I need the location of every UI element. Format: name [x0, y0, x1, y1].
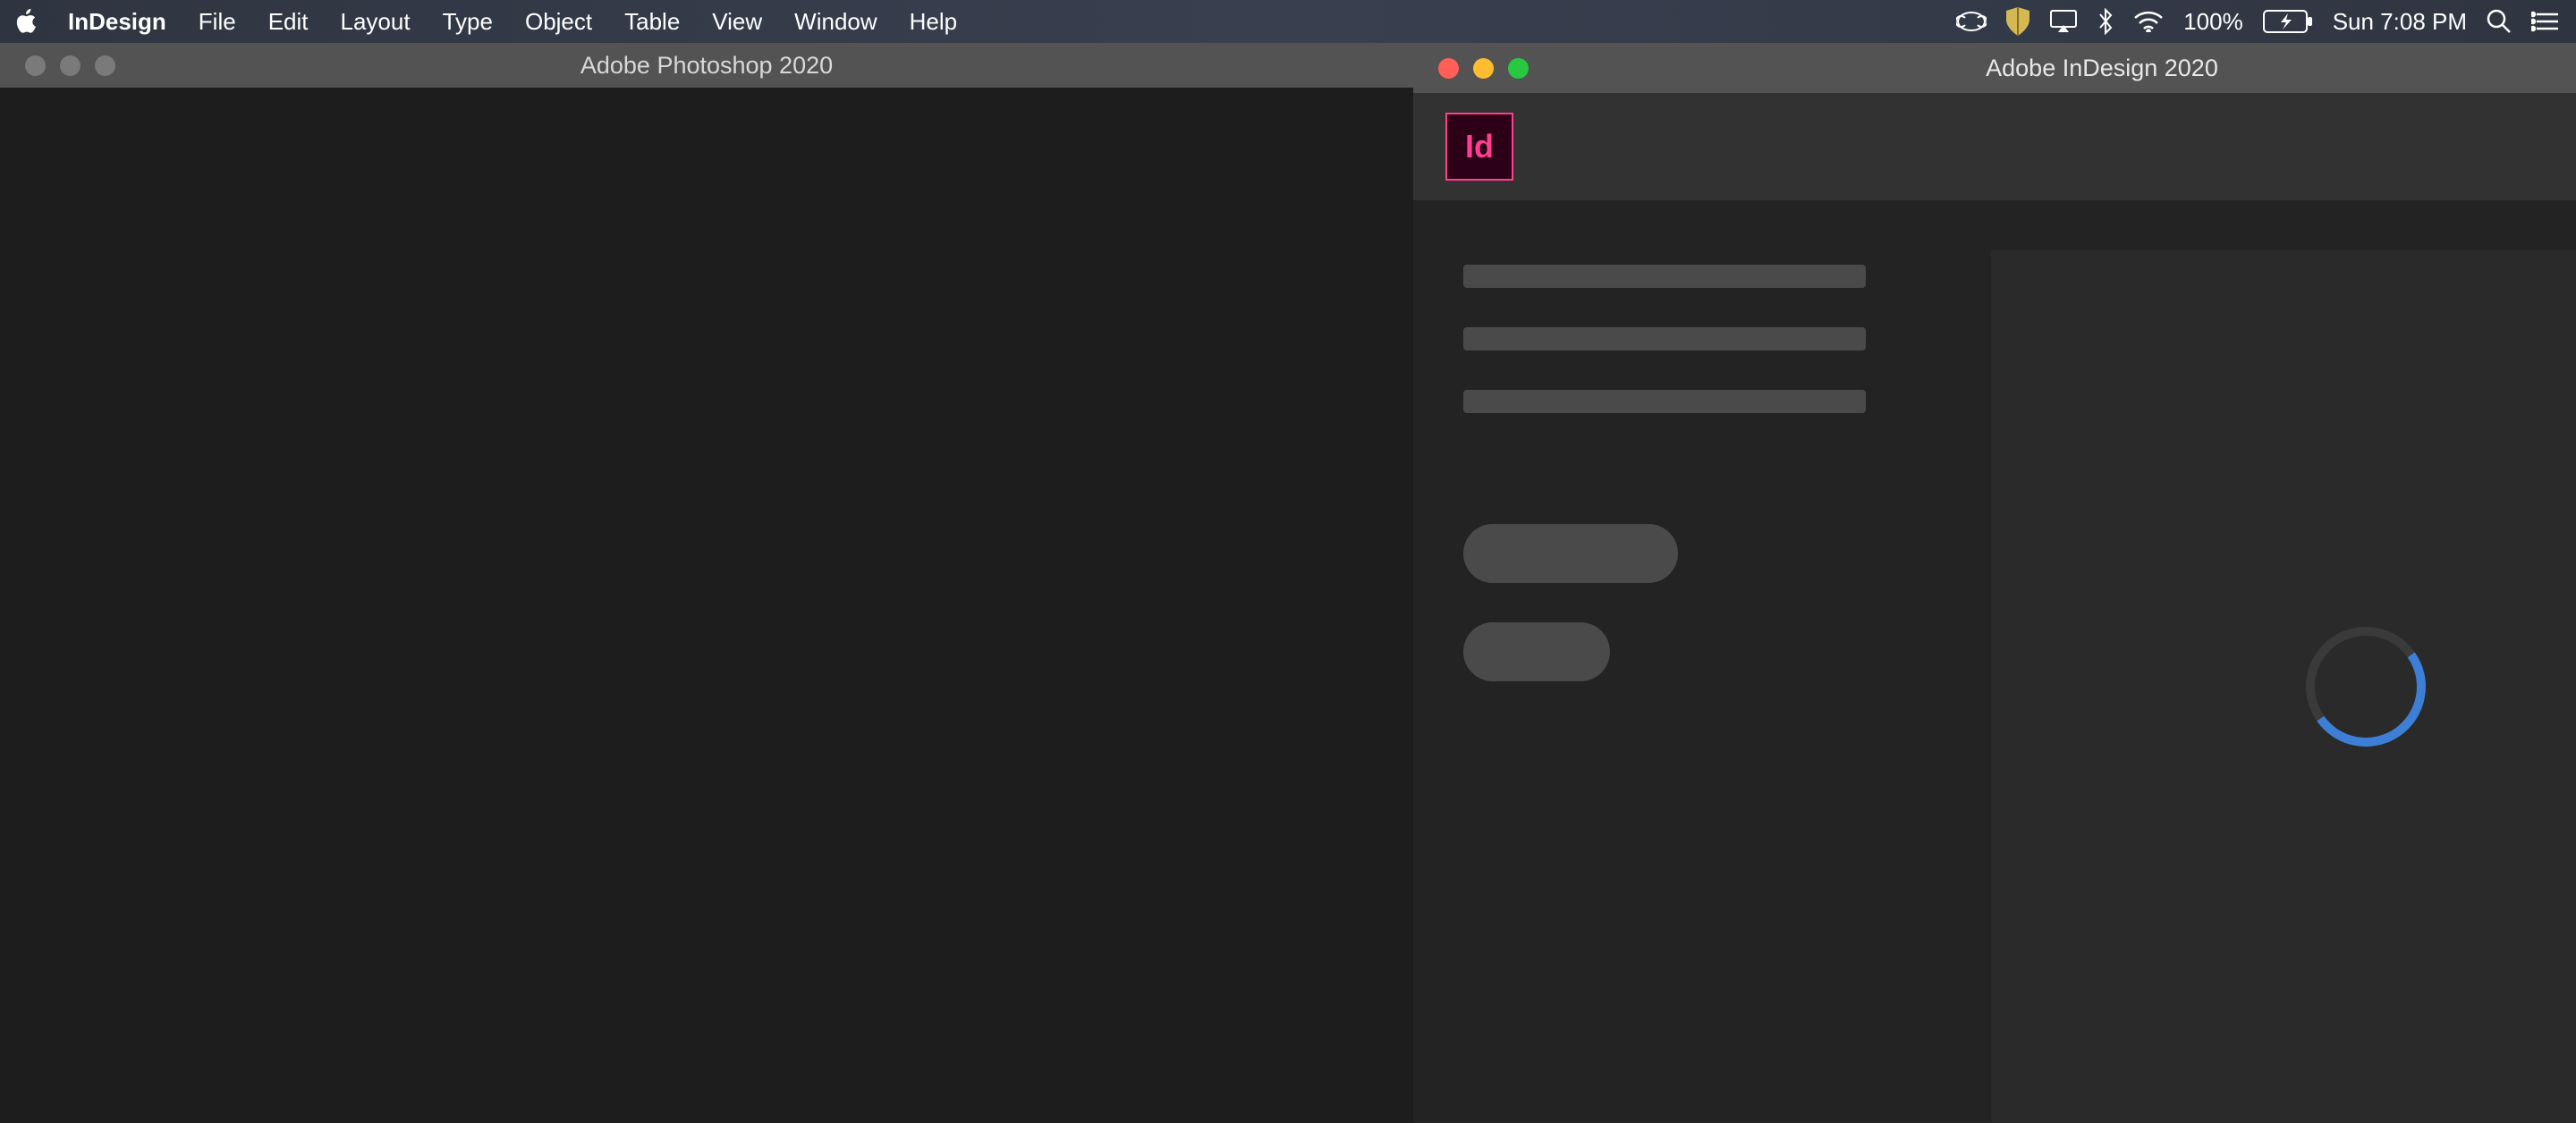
menu-table[interactable]: Table — [608, 0, 696, 43]
loading-placeholder-line — [1463, 327, 1866, 350]
indesign-home-body — [1413, 200, 2576, 1123]
battery-percentage: 100% — [2183, 8, 2243, 36]
photoshop-window[interactable]: Adobe Photoshop 2020 — [0, 43, 1413, 1123]
desktop-area: Adobe Photoshop 2020 Adobe InDesign 2020… — [0, 43, 2576, 1123]
menu-help[interactable]: Help — [894, 0, 973, 43]
menu-layout[interactable]: Layout — [325, 0, 427, 43]
indesign-close-button[interactable] — [1438, 58, 1459, 79]
loading-spinner-icon — [2296, 617, 2435, 756]
control-center-icon[interactable] — [2531, 11, 2558, 32]
loading-placeholder-line — [1463, 265, 1866, 288]
indesign-home-preview-panel — [1991, 250, 2576, 1123]
loading-placeholder-line — [1463, 390, 1866, 413]
airplay-icon[interactable] — [2049, 9, 2078, 34]
battery-charging-icon[interactable] — [2263, 10, 2313, 33]
spotlight-search-icon[interactable] — [2487, 9, 2512, 34]
photoshop-close-button[interactable] — [25, 55, 46, 76]
apple-menu-icon[interactable] — [0, 7, 52, 36]
menu-edit[interactable]: Edit — [252, 0, 325, 43]
menu-object[interactable]: Object — [509, 0, 608, 43]
indesign-minimize-button[interactable] — [1473, 58, 1494, 79]
creative-cloud-icon[interactable] — [1956, 11, 1987, 32]
photoshop-zoom-button[interactable] — [95, 55, 115, 76]
shield-icon[interactable] — [2006, 7, 2029, 36]
indesign-window[interactable]: Adobe InDesign 2020 Id — [1413, 43, 2576, 1123]
photoshop-titlebar[interactable]: Adobe Photoshop 2020 — [0, 43, 1413, 88]
menu-window[interactable]: Window — [778, 0, 893, 43]
loading-placeholder-button — [1463, 622, 1610, 681]
indesign-logo-icon: Id — [1445, 113, 1513, 181]
menu-type[interactable]: Type — [427, 0, 509, 43]
menu-view[interactable]: View — [696, 0, 778, 43]
photoshop-window-title: Adobe Photoshop 2020 — [580, 52, 833, 80]
photoshop-minimize-button[interactable] — [60, 55, 80, 76]
active-app-name[interactable]: InDesign — [52, 8, 182, 36]
bluetooth-icon[interactable] — [2097, 8, 2114, 35]
loading-placeholder-button — [1463, 524, 1678, 583]
wifi-icon[interactable] — [2133, 11, 2164, 32]
macos-menubar: InDesign File Edit Layout Type Object Ta… — [0, 0, 2576, 43]
indesign-window-title: Adobe InDesign 2020 — [1986, 55, 2218, 82]
indesign-zoom-button[interactable] — [1508, 58, 1529, 79]
menu-file[interactable]: File — [182, 0, 252, 43]
photoshop-body — [0, 88, 1413, 1123]
indesign-home-left-column — [1463, 250, 1866, 1123]
indesign-topbar: Id — [1413, 93, 2576, 200]
menubar-clock[interactable]: Sun 7:08 PM — [2333, 8, 2467, 36]
indesign-titlebar[interactable]: Adobe InDesign 2020 — [1413, 43, 2576, 93]
